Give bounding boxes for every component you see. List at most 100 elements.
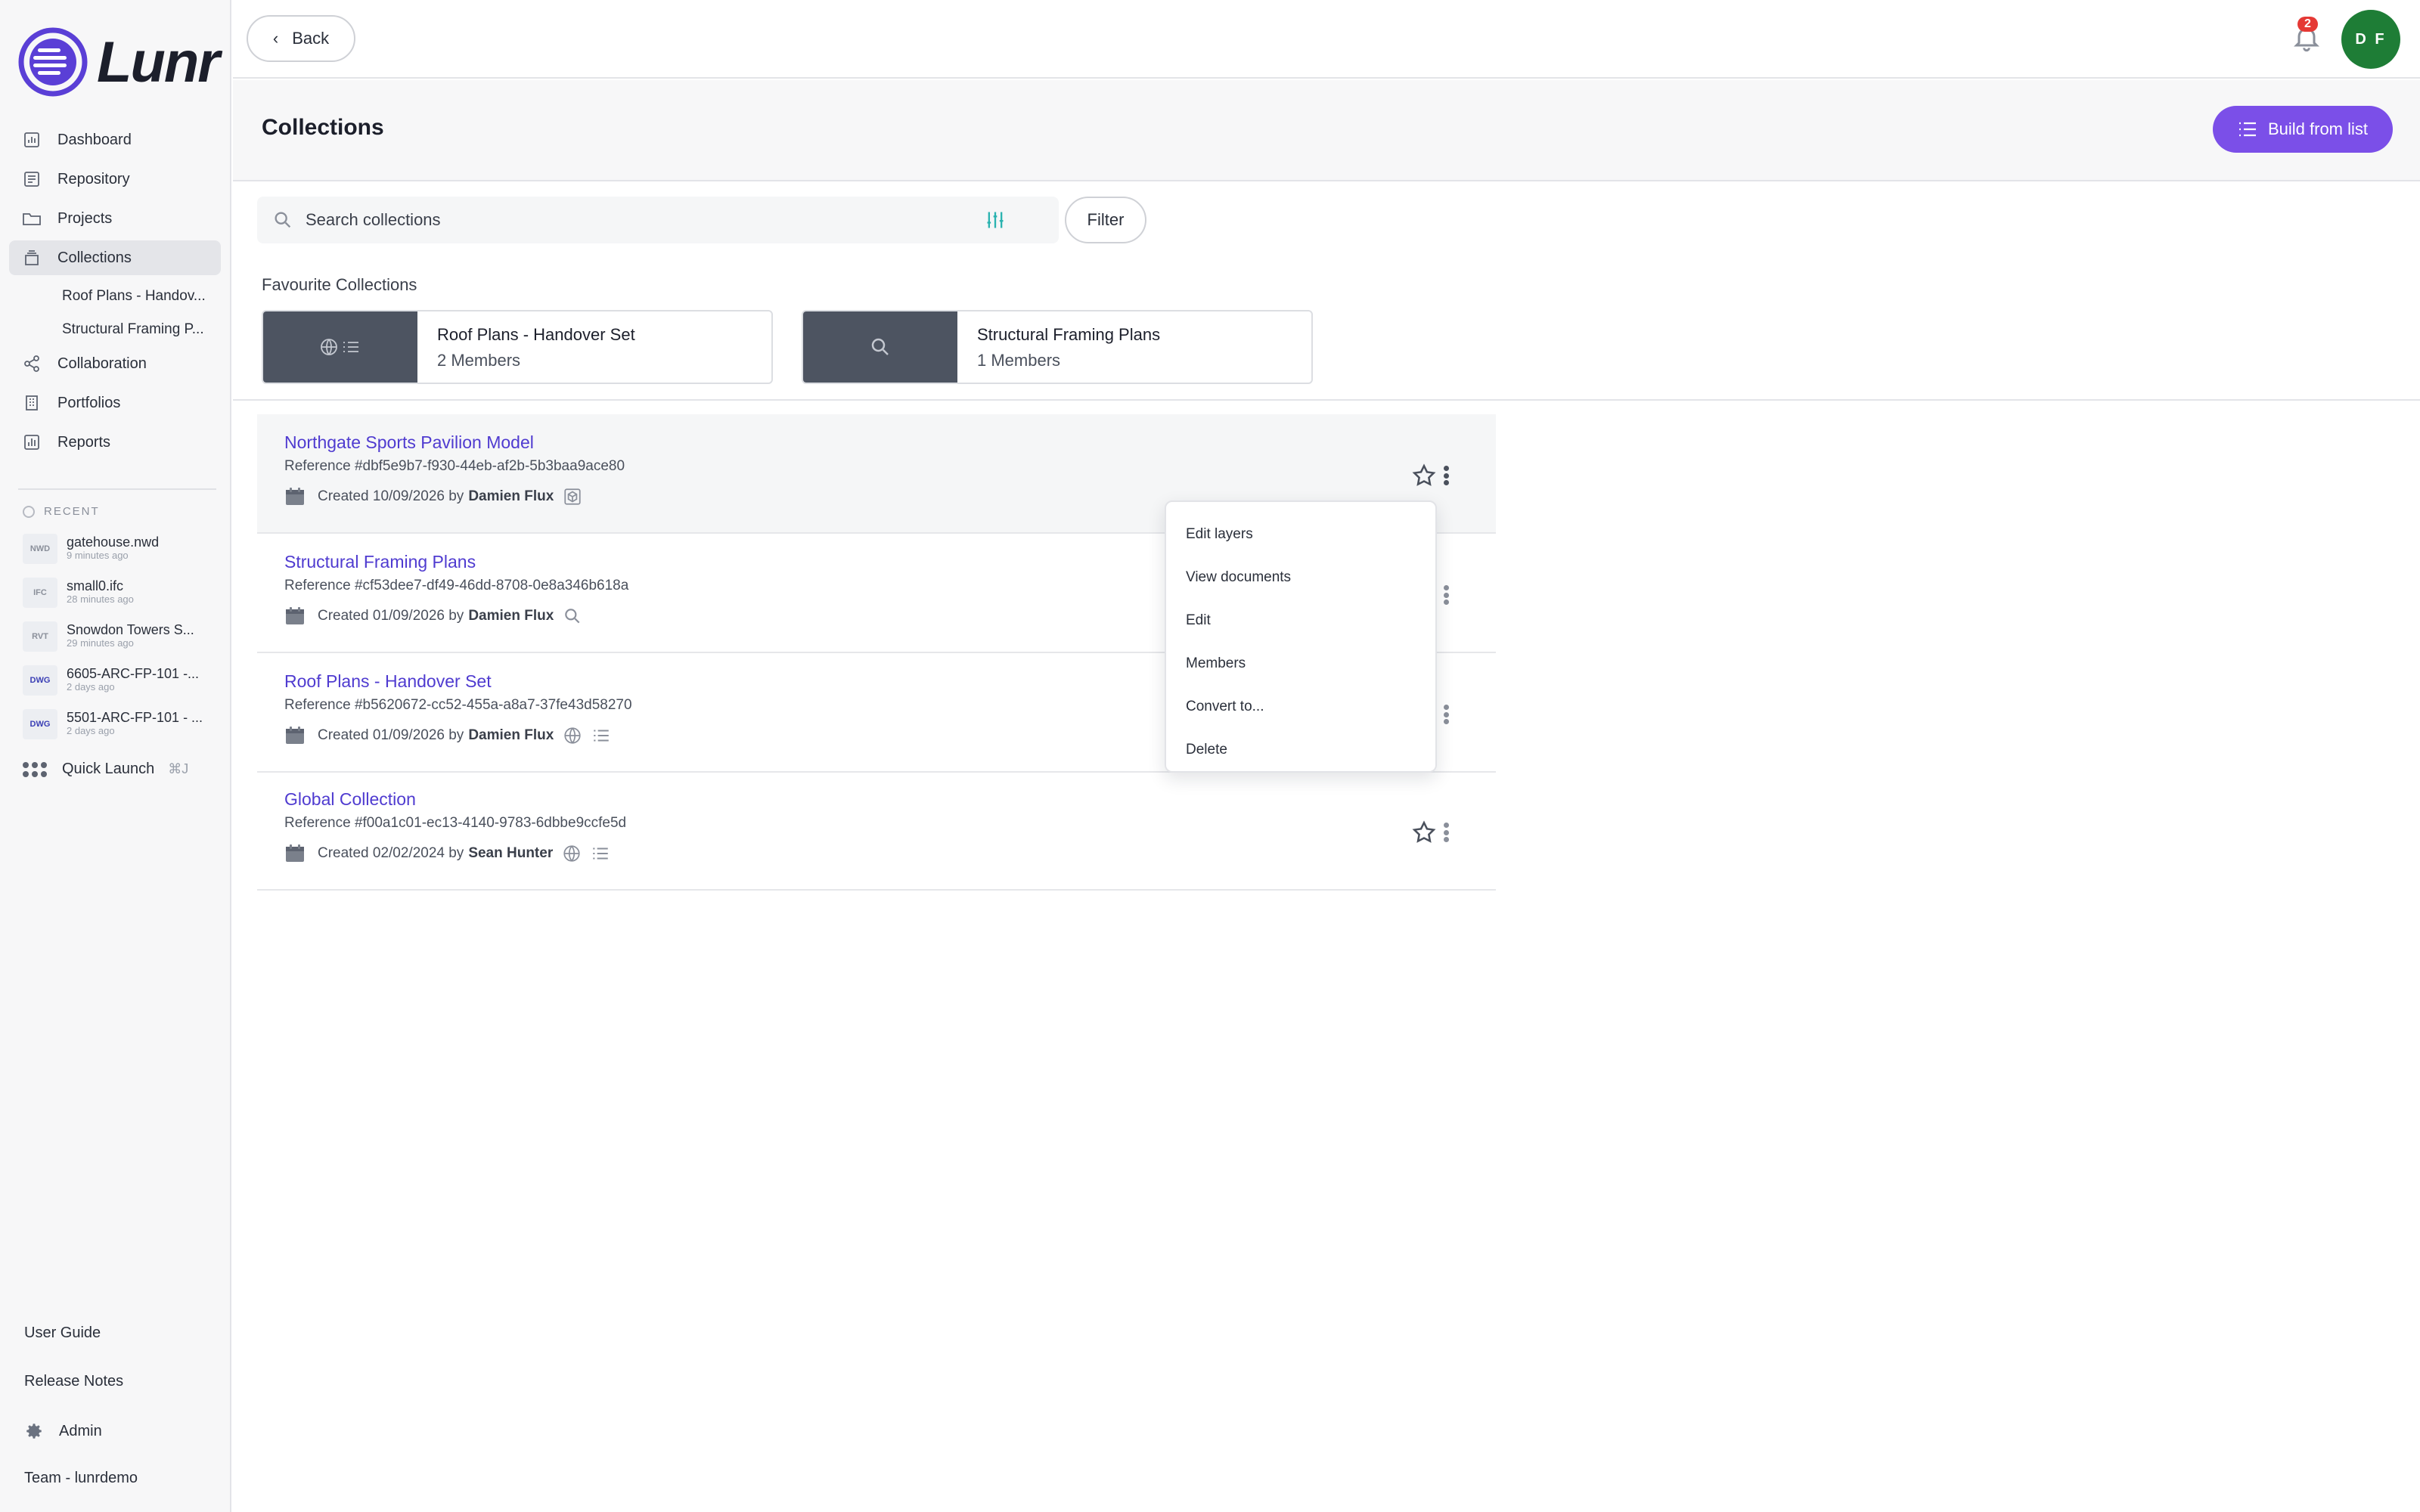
recent-item[interactable]: IFC small0.ifc 28 minutes ago bbox=[23, 578, 219, 621]
collection-reference: Reference #cf53dee7-df49-46dd-8708-0e8a3… bbox=[284, 578, 629, 593]
menu-item-delete[interactable]: Delete bbox=[1166, 728, 1435, 771]
folder-icon bbox=[21, 208, 42, 229]
sidebar-item-reports[interactable]: Reports bbox=[9, 425, 221, 460]
sidebar-item-collaboration[interactable]: Collaboration bbox=[9, 346, 221, 381]
favourite-thumbnail bbox=[263, 311, 417, 383]
sidebar-item-label: Portfolios bbox=[57, 394, 121, 411]
recent-list: NWD gatehouse.nwd 9 minutes ago IFC small… bbox=[23, 534, 219, 753]
recent-name: small0.ifc bbox=[67, 578, 124, 593]
recent-name: 5501-ARC-FP-101 - ... bbox=[67, 710, 203, 725]
share-icon bbox=[21, 353, 42, 374]
collections-icon bbox=[21, 247, 42, 268]
star-icon[interactable] bbox=[1411, 820, 1437, 845]
build-from-list-label: Build from list bbox=[2267, 119, 2369, 138]
recent-time: 9 minutes ago bbox=[67, 550, 129, 561]
menu-item-edit-layers[interactable]: Edit layers bbox=[1166, 513, 1435, 556]
menu-item-view-documents[interactable]: View documents bbox=[1166, 556, 1435, 599]
list-icon bbox=[2238, 122, 2256, 137]
menu-item-convert-to[interactable]: Convert to... bbox=[1166, 685, 1435, 728]
favourites-heading: Favourite Collections bbox=[262, 275, 417, 294]
recent-time: 2 days ago bbox=[67, 681, 115, 692]
search-bar bbox=[257, 197, 1059, 243]
recent-time: 28 minutes ago bbox=[67, 593, 134, 605]
collection-author: Damien Flux bbox=[468, 608, 554, 624]
collection-reference: Reference #b5620672-cc52-455a-a8a7-37fe4… bbox=[284, 697, 632, 713]
recent-item[interactable]: DWG 5501-ARC-FP-101 - ... 2 days ago bbox=[23, 709, 219, 753]
team-switcher[interactable]: Team - lunrdemo bbox=[24, 1470, 138, 1487]
sidebar-item-label: Collaboration bbox=[57, 355, 147, 372]
sidebar-subitem-roof-plans[interactable]: Roof Plans - Handov... bbox=[9, 280, 221, 313]
filter-button[interactable]: Filter bbox=[1065, 197, 1146, 243]
notification-count-badge: 2 bbox=[2297, 17, 2318, 32]
collection-created: Created 01/09/2026 by bbox=[318, 608, 464, 624]
quick-launch-shortcut: ⌘J bbox=[168, 761, 189, 776]
collection-reference: Reference #dbf5e9b7-f930-44eb-af2b-5b3ba… bbox=[284, 458, 625, 474]
sidebar-item-label: Collections bbox=[57, 249, 132, 266]
favourite-card[interactable]: Roof Plans - Handover Set 2 Members bbox=[262, 310, 773, 384]
collection-title[interactable]: Global Collection bbox=[284, 789, 416, 810]
recent-name: 6605-ARC-FP-101 -... bbox=[67, 666, 200, 681]
quick-launch[interactable]: Quick Launch ⌘J bbox=[23, 761, 188, 778]
release-notes-link[interactable]: Release Notes bbox=[24, 1373, 123, 1390]
collection-meta: Created 01/09/2026 by Damien Flux bbox=[284, 606, 582, 626]
lunr-logo[interactable]: Lunr bbox=[18, 27, 220, 97]
menu-item-members[interactable]: Members bbox=[1166, 642, 1435, 685]
collection-author: Sean Hunter bbox=[468, 845, 554, 861]
search-icon bbox=[565, 609, 580, 624]
collection-title[interactable]: Northgate Sports Pavilion Model bbox=[284, 432, 534, 453]
list-icon bbox=[594, 730, 610, 742]
collection-meta: Created 02/02/2024 by Sean Hunter bbox=[284, 844, 610, 863]
clock-icon bbox=[23, 505, 35, 518]
sidebar-item-collections[interactable]: Collections bbox=[9, 240, 221, 275]
collection-title[interactable]: Roof Plans - Handover Set bbox=[284, 671, 492, 692]
collection-row[interactable]: Global Collection Reference #f00a1c01-ec… bbox=[257, 771, 1496, 891]
avatar[interactable]: D F bbox=[2341, 10, 2400, 69]
more-options-icon[interactable] bbox=[1438, 820, 1454, 845]
calendar-icon bbox=[286, 488, 304, 505]
collection-title[interactable]: Structural Framing Plans bbox=[284, 552, 476, 572]
collection-created: Created 10/09/2026 by bbox=[318, 488, 464, 504]
recent-item[interactable]: NWD gatehouse.nwd 9 minutes ago bbox=[23, 534, 219, 578]
menu-item-edit[interactable]: Edit bbox=[1166, 599, 1435, 642]
back-button[interactable]: ‹ Back bbox=[247, 15, 355, 62]
collection-meta: Created 01/09/2026 by Damien Flux bbox=[284, 726, 611, 745]
recent-name: Snowdon Towers S... bbox=[67, 622, 194, 637]
calendar-icon bbox=[286, 844, 304, 862]
sidebar-subitem-structural-framing[interactable]: Structural Framing P... bbox=[9, 313, 221, 346]
gear-icon bbox=[26, 1424, 42, 1439]
build-from-list-button[interactable]: Build from list bbox=[2213, 106, 2393, 153]
user-guide-link[interactable]: User Guide bbox=[24, 1325, 101, 1342]
sidebar-divider bbox=[18, 488, 216, 490]
recent-item[interactable]: RVT Snowdon Towers S... 29 minutes ago bbox=[23, 621, 219, 665]
recent-time: 29 minutes ago bbox=[67, 637, 134, 649]
sidebar: Lunr Dashboard Repository Projects Colle… bbox=[0, 0, 231, 1512]
collection-context-menu: Edit layers View documents Edit Members … bbox=[1165, 500, 1437, 773]
sidebar-item-portfolios[interactable]: Portfolios bbox=[9, 386, 221, 420]
more-options-icon[interactable] bbox=[1438, 702, 1454, 727]
back-label: Back bbox=[292, 29, 330, 48]
sidebar-item-repository[interactable]: Repository bbox=[9, 162, 221, 197]
sliders-icon[interactable] bbox=[985, 209, 1006, 231]
file-type-badge: DWG bbox=[23, 709, 57, 739]
favourite-card[interactable]: Structural Framing Plans 1 Members bbox=[802, 310, 1313, 384]
globe-icon bbox=[564, 727, 581, 744]
sidebar-item-projects[interactable]: Projects bbox=[9, 201, 221, 236]
search-input[interactable] bbox=[306, 210, 948, 230]
section-divider bbox=[233, 399, 2420, 401]
file-type-badge: DWG bbox=[23, 665, 57, 696]
admin-label: Admin bbox=[59, 1422, 102, 1439]
collection-meta: Created 10/09/2026 by Damien Flux bbox=[284, 487, 582, 507]
admin-link[interactable]: Admin bbox=[24, 1421, 102, 1441]
globe-icon bbox=[563, 845, 580, 862]
recent-item[interactable]: DWG 6605-ARC-FP-101 -... 2 days ago bbox=[23, 665, 219, 709]
collection-author: Damien Flux bbox=[468, 488, 554, 504]
sidebar-item-dashboard[interactable]: Dashboard bbox=[9, 122, 221, 157]
list-icon bbox=[593, 847, 608, 860]
more-options-icon[interactable] bbox=[1438, 582, 1454, 608]
collection-author: Damien Flux bbox=[468, 727, 554, 743]
file-type-badge: NWD bbox=[23, 534, 57, 564]
grid-dots-icon bbox=[23, 761, 47, 777]
more-options-icon[interactable] bbox=[1438, 463, 1454, 488]
favourite-thumbnail bbox=[803, 311, 957, 383]
star-icon[interactable] bbox=[1411, 463, 1437, 488]
